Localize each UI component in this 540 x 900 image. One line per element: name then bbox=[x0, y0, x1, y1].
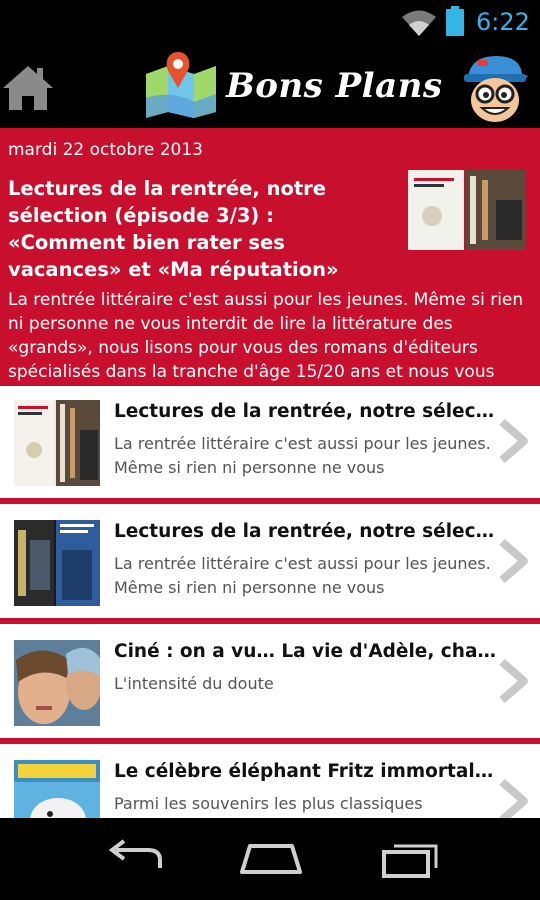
article-list[interactable]: Lectures de la rentrée, notre sélection … bbox=[0, 386, 540, 818]
list-item[interactable]: Lectures de la rentrée, notre sélection … bbox=[0, 386, 540, 498]
item-title: Lectures de la rentrée, notre sélection … bbox=[114, 521, 498, 542]
back-icon[interactable] bbox=[100, 836, 170, 882]
home-outline-icon[interactable] bbox=[236, 836, 306, 882]
featured-title: Lectures de la rentrée, notre sélection … bbox=[8, 177, 339, 281]
item-excerpt: La rentrée littéraire c'est aussi pour l… bbox=[114, 434, 491, 477]
chevron-right-icon bbox=[499, 538, 528, 584]
screen: 6:22 Bons Plans mardi 22 octobre 2013 Le… bbox=[0, 0, 540, 900]
mascot-avatar[interactable] bbox=[458, 50, 532, 124]
item-title: Ciné : on a vu… La vie d'Adèle, chapitre… bbox=[114, 641, 498, 662]
item-title: Lectures de la rentrée, notre sélection … bbox=[114, 401, 498, 422]
featured-article[interactable]: mardi 22 octobre 2013 Lectures de la ren… bbox=[0, 128, 540, 386]
list-item[interactable]: Lectures de la rentrée, notre sélection … bbox=[0, 506, 540, 618]
navigation-bar bbox=[0, 818, 540, 900]
battery-icon bbox=[446, 6, 464, 36]
divider bbox=[0, 498, 540, 504]
list-item[interactable]: Ciné : on a vu… La vie d'Adèle, chapitre… bbox=[0, 626, 540, 738]
divider bbox=[0, 618, 540, 624]
article-thumbnail bbox=[14, 400, 100, 486]
map-pin-icon bbox=[146, 52, 216, 118]
clock: 6:22 bbox=[476, 8, 530, 36]
chevron-right-icon bbox=[499, 418, 528, 464]
divider bbox=[0, 738, 540, 744]
item-excerpt: Parmi les souvenirs les plus classiques bbox=[114, 794, 423, 813]
chevron-right-icon bbox=[499, 658, 528, 704]
featured-thumbnail bbox=[408, 170, 526, 250]
logo-text: Bons Plans bbox=[226, 66, 443, 106]
article-thumbnail bbox=[14, 760, 100, 818]
list-item[interactable]: Le célèbre éléphant Fritz immortalisé Pa… bbox=[0, 746, 540, 818]
action-bar: Bons Plans bbox=[0, 44, 540, 128]
recent-apps-icon[interactable] bbox=[374, 836, 444, 882]
home-icon[interactable] bbox=[0, 58, 56, 114]
app-logo: Bons Plans bbox=[142, 48, 442, 124]
article-thumbnail bbox=[14, 640, 100, 726]
chevron-right-icon bbox=[499, 778, 528, 818]
article-thumbnail bbox=[14, 520, 100, 606]
featured-date: mardi 22 octobre 2013 bbox=[8, 140, 203, 160]
status-bar: 6:22 bbox=[0, 0, 540, 44]
featured-excerpt: La rentrée littéraire c'est aussi pour l… bbox=[8, 290, 524, 382]
item-excerpt: L'intensité du doute bbox=[114, 674, 274, 693]
item-excerpt: La rentrée littéraire c'est aussi pour l… bbox=[114, 554, 491, 597]
wifi-icon bbox=[402, 10, 436, 36]
item-title: Le célèbre éléphant Fritz immortalisé bbox=[114, 761, 498, 782]
